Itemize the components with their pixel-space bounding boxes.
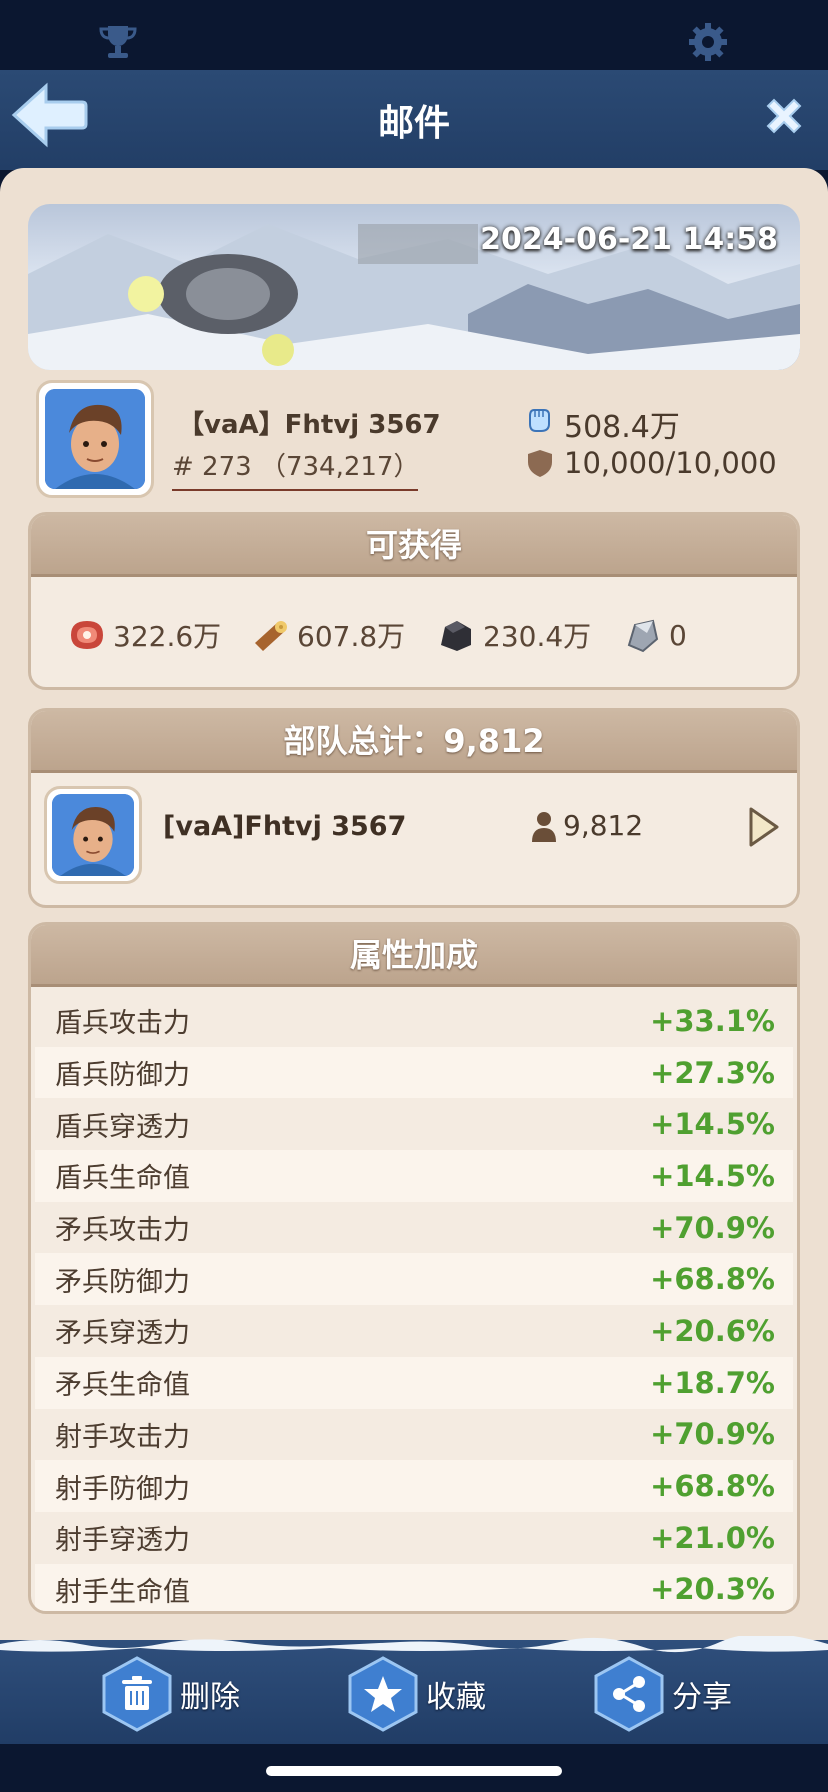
trash-icon — [102, 1656, 172, 1732]
attribute-value: +18.7% — [650, 1365, 775, 1400]
attribute-name: 盾兵穿透力 — [55, 1111, 190, 1143]
snow-edge-decoration — [0, 1636, 828, 1653]
wood-icon — [255, 621, 287, 651]
attribute-row: 盾兵穿透力 +14.5% — [35, 1098, 793, 1151]
attribute-row: 射手生命值 +20.3% — [35, 1563, 793, 1611]
attribute-value: +27.3% — [650, 1055, 775, 1090]
meat-icon — [71, 621, 103, 649]
mail-panel: 2024-06-21 14:58 【vaA】Fhtvj 3567 # 273 （… — [0, 168, 828, 1658]
player-avatar[interactable] — [36, 380, 154, 498]
delete-button[interactable]: 删除 — [98, 1656, 240, 1732]
player-power: 508.4万 — [564, 410, 680, 445]
attribute-row: 射手攻击力 +70.9% — [35, 1408, 793, 1461]
page-title: 邮件 — [377, 103, 450, 144]
troops-section: 部队总计：9,812 [vaA]Fhtvj 3567 9,812 — [28, 708, 800, 908]
hero-portrait-icon — [52, 794, 134, 876]
troops-title: 部队总计：9,812 — [31, 711, 797, 773]
troop-count: 9,812 — [563, 809, 644, 842]
attribute-name: 盾兵攻击力 — [55, 1008, 190, 1040]
reward-item-coal: 230.4万 — [435, 615, 591, 655]
attribute-name: 盾兵防御力 — [55, 1060, 190, 1092]
reward-item-iron: 0 — [621, 615, 687, 655]
delete-label: 删除 — [180, 1680, 240, 1715]
attribute-value: +33.1% — [650, 1003, 775, 1038]
rewards-title: 可获得 — [31, 515, 797, 577]
attribute-name: 射手防御力 — [55, 1473, 190, 1505]
reward-item-meat: 322.6万 — [65, 615, 221, 655]
star-icon — [348, 1656, 418, 1732]
trophy-icon[interactable] — [96, 20, 140, 64]
attribute-name: 矛兵生命值 — [55, 1370, 190, 1402]
mail-header: 邮件 — [0, 70, 828, 170]
share-label: 分享 — [672, 1680, 732, 1715]
top-bar — [0, 0, 828, 70]
mail-banner-image: 2024-06-21 14:58 — [28, 204, 800, 370]
hero-portrait-icon — [45, 389, 145, 489]
attribute-name: 射手穿透力 — [55, 1525, 190, 1557]
attributes-title: 属性加成 — [31, 925, 797, 987]
attribute-row: 矛兵穿透力 +20.6% — [35, 1305, 793, 1357]
shield-icon — [528, 450, 552, 477]
gear-icon[interactable] — [686, 20, 730, 64]
soldier-icon — [532, 812, 556, 842]
reward-value: 322.6万 — [113, 620, 222, 653]
close-icon[interactable] — [760, 92, 808, 140]
attribute-row: 矛兵生命值 +18.7% — [35, 1356, 793, 1409]
attribute-list: 盾兵攻击力 +33.1% 盾兵防御力 +27.3% 盾兵穿透力 +14.5% 盾兵生命… — [35, 995, 793, 1611]
attribute-value: +21.0% — [650, 1520, 775, 1555]
attribute-row: 盾兵防御力 +27.3% — [35, 1046, 793, 1099]
troop-leader-name: [vaA]Fhtvj 3567 — [163, 811, 407, 842]
attribute-row: 射手穿透力 +21.0% — [35, 1511, 793, 1564]
attribute-value: +70.9% — [650, 1417, 775, 1452]
troop-leader-avatar[interactable] — [44, 786, 142, 884]
attribute-value: +20.6% — [650, 1313, 775, 1348]
attribute-row: 盾兵生命值 +14.5% — [35, 1150, 793, 1202]
attribute-value: +70.9% — [650, 1210, 775, 1245]
share-button[interactable]: 分享 — [590, 1656, 732, 1732]
favorite-label: 收藏 — [426, 1680, 486, 1715]
chevron-right-icon[interactable] — [747, 805, 781, 849]
rewards-section: 可获得 322.6万 607.8万 230.4万 0 — [28, 512, 800, 690]
attribute-value: +68.8% — [650, 1262, 775, 1297]
attribute-value: +20.3% — [650, 1572, 775, 1607]
player-name: 【vaA】Fhtvj 3567 — [178, 410, 441, 440]
favorite-button[interactable]: 收藏 — [344, 1656, 486, 1732]
reward-value: 0 — [669, 618, 687, 652]
share-icon — [594, 1656, 664, 1732]
attribute-row: 射手防御力 +68.8% — [35, 1460, 793, 1512]
iron-icon — [627, 619, 659, 653]
player-rank: # 273 （734,217） — [172, 446, 419, 491]
attribute-row: 矛兵防御力 +68.8% — [35, 1253, 793, 1306]
attribute-name: 射手生命值 — [55, 1576, 190, 1608]
coal-icon — [441, 621, 471, 651]
attribute-value: +68.8% — [650, 1469, 775, 1504]
home-indicator[interactable] — [266, 1766, 562, 1776]
attribute-name: 矛兵攻击力 — [55, 1215, 190, 1247]
attribute-row: 矛兵攻击力 +70.9% — [35, 1201, 793, 1254]
reward-value: 607.8万 — [297, 620, 406, 653]
fist-power-icon — [529, 409, 550, 432]
attribute-bonus-section: 属性加成 盾兵攻击力 +33.1% 盾兵防御力 +27.3% 盾兵穿透力 +14.5%… — [28, 922, 800, 1614]
player-shield: 10,000/10,000 — [564, 446, 777, 480]
reward-value: 230.4万 — [483, 620, 592, 653]
attribute-row: 盾兵攻击力 +33.1% — [35, 995, 793, 1047]
attribute-value: +14.5% — [650, 1107, 775, 1142]
mail-date: 2024-06-21 14:58 — [480, 222, 778, 257]
attribute-name: 矛兵防御力 — [55, 1266, 190, 1298]
attribute-name: 盾兵生命值 — [55, 1163, 190, 1195]
reward-item-wood: 607.8万 — [249, 615, 405, 655]
attribute-name: 射手攻击力 — [55, 1421, 190, 1453]
attribute-value: +14.5% — [650, 1158, 775, 1193]
attribute-name: 矛兵穿透力 — [55, 1318, 190, 1350]
